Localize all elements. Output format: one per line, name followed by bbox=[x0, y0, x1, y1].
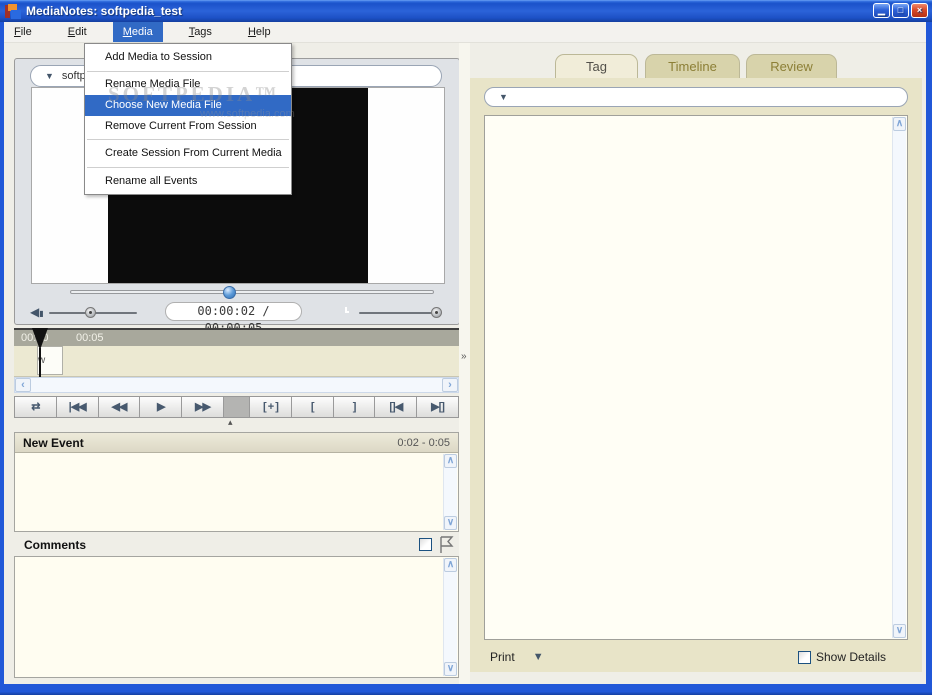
media-swap-button[interactable]: ⇄ bbox=[15, 397, 57, 417]
tab-review[interactable]: Review bbox=[746, 54, 837, 78]
mark-in-button[interactable]: [ bbox=[291, 397, 334, 417]
menu-item-rename-events[interactable]: Rename all Events bbox=[85, 170, 291, 192]
window-border-bottom bbox=[0, 684, 932, 695]
menu-edit[interactable]: Edit bbox=[58, 22, 97, 42]
play-button[interactable]: ▶ bbox=[140, 397, 183, 417]
new-event-scrollbar[interactable]: ∧ ∨ bbox=[443, 454, 457, 530]
playhead-line bbox=[39, 348, 41, 378]
tag-tab-panel: ▼ ∧ ∨ Print ▼ Show Details bbox=[470, 78, 922, 672]
collapse-handle-icon[interactable]: ▴ bbox=[228, 417, 233, 428]
flag-icon[interactable] bbox=[437, 535, 458, 554]
expand-panel-icon[interactable]: » bbox=[461, 351, 467, 362]
timeline-ruler[interactable]: 00:00 00:05 bbox=[14, 328, 459, 346]
volume-slider-thumb[interactable] bbox=[85, 307, 96, 318]
notes-scrollbar[interactable]: ∧ ∨ bbox=[892, 117, 906, 638]
comments-scrollbar[interactable]: ∧ ∨ bbox=[443, 558, 457, 676]
rate-slider-thumb[interactable] bbox=[431, 307, 442, 318]
menu-item-create-session[interactable]: Create Session From Current Media bbox=[85, 142, 291, 165]
app-icon bbox=[5, 3, 21, 19]
scroll-right-icon[interactable]: › bbox=[442, 378, 458, 392]
window-title: MediaNotes: softpedia_test bbox=[26, 4, 183, 18]
print-label[interactable]: Print bbox=[490, 650, 515, 664]
close-button[interactable]: × bbox=[911, 3, 928, 18]
menu-bar: File Edit Media Tags Help bbox=[4, 22, 926, 43]
goto-out-button[interactable]: ▶[] bbox=[417, 397, 458, 417]
tag-selector-dropdown[interactable]: ▼ bbox=[484, 87, 908, 107]
comments-section: ∧ ∨ bbox=[14, 556, 459, 678]
comments-title: Comments bbox=[24, 538, 87, 552]
transport-toolbar: ⇄ |◀◀ ◀◀ ▶ ▶▶ [ + ] [ ] []◀ ▶[] bbox=[14, 396, 459, 418]
maximize-button[interactable]: □ bbox=[892, 3, 909, 18]
print-control[interactable]: Print ▼ bbox=[490, 650, 544, 664]
menu-item-add-media[interactable]: Add Media to Session bbox=[85, 46, 291, 69]
playhead-marker[interactable] bbox=[32, 328, 48, 350]
menu-help[interactable]: Help bbox=[238, 22, 281, 42]
toolbar-spacer bbox=[223, 397, 251, 417]
seek-slider-track[interactable] bbox=[70, 290, 434, 294]
seek-slider-thumb[interactable] bbox=[223, 286, 236, 299]
panel-divider bbox=[459, 43, 470, 684]
timeline-scrollbar[interactable]: ‹ › bbox=[14, 377, 459, 393]
menu-separator bbox=[87, 71, 289, 72]
menu-file[interactable]: File bbox=[4, 22, 42, 42]
print-dropdown-icon[interactable]: ▼ bbox=[533, 651, 544, 663]
scroll-down-icon[interactable]: ∨ bbox=[893, 624, 906, 638]
ruler-tick-5: 00:05 bbox=[76, 332, 104, 344]
menu-separator bbox=[87, 139, 289, 140]
menu-item-rename-media[interactable]: Rename Media File bbox=[85, 74, 291, 95]
rate-slider-track[interactable] bbox=[359, 312, 439, 314]
notes-text-area[interactable]: ∧ ∨ bbox=[484, 115, 908, 640]
comments-text-area[interactable] bbox=[15, 557, 458, 677]
mark-out-button[interactable]: ] bbox=[333, 397, 376, 417]
menu-item-remove-current[interactable]: Remove Current From Session bbox=[85, 116, 291, 137]
add-event-button[interactable]: [ + ] bbox=[250, 397, 292, 417]
new-event-title: New Event bbox=[23, 435, 84, 450]
new-event-section: New Event 0:02 - 0:05 ∧ ∨ bbox=[14, 432, 459, 532]
media-menu-dropdown: Add Media to Session Rename Media File C… bbox=[84, 43, 292, 195]
new-event-header: New Event 0:02 - 0:05 bbox=[15, 433, 458, 453]
comments-checkbox[interactable] bbox=[419, 538, 432, 551]
notes-text[interactable] bbox=[485, 116, 907, 639]
time-display: 00:00:02 / 00:00:05 bbox=[165, 302, 302, 335]
window-border-right bbox=[926, 22, 932, 687]
chevron-down-icon: ▼ bbox=[499, 92, 508, 102]
skip-start-button[interactable]: |◀◀ bbox=[56, 397, 99, 417]
show-details-control[interactable]: Show Details bbox=[798, 650, 886, 664]
show-details-label: Show Details bbox=[816, 650, 887, 664]
scroll-up-icon[interactable]: ∧ bbox=[444, 558, 457, 572]
scroll-down-icon[interactable]: ∨ bbox=[444, 662, 457, 676]
title-bar[interactable]: MediaNotes: softpedia_test ▁ □ × bbox=[0, 0, 932, 22]
menu-tags[interactable]: Tags bbox=[179, 22, 222, 42]
new-event-text-area[interactable] bbox=[15, 453, 458, 531]
rewind-button[interactable]: ◀◀ bbox=[98, 397, 141, 417]
goto-in-button[interactable]: []◀ bbox=[375, 397, 418, 417]
new-event-time-range: 0:02 - 0:05 bbox=[397, 436, 450, 449]
minimize-button[interactable]: ▁ bbox=[873, 3, 890, 18]
tab-tag[interactable]: Tag bbox=[555, 54, 638, 78]
app-window: MediaNotes: softpedia_test ▁ □ × File Ed… bbox=[0, 0, 932, 695]
speaker-icon: ◀▮ bbox=[30, 305, 44, 319]
tab-strip: Tag Timeline Review bbox=[470, 54, 922, 78]
window-border-left bbox=[0, 22, 4, 687]
scroll-down-icon[interactable]: ∨ bbox=[444, 516, 457, 530]
timeline-track[interactable]: w Eve bbox=[14, 346, 459, 377]
menu-media[interactable]: Media bbox=[112, 22, 163, 42]
chevron-down-icon: ▼ bbox=[45, 71, 54, 81]
tab-timeline[interactable]: Timeline bbox=[645, 54, 740, 78]
menu-item-choose-new-media[interactable]: Choose New Media File bbox=[85, 95, 291, 116]
fast-forward-button[interactable]: ▶▶ bbox=[182, 397, 224, 417]
scroll-left-icon[interactable]: ‹ bbox=[15, 378, 31, 392]
scroll-up-icon[interactable]: ∧ bbox=[444, 454, 457, 468]
show-details-checkbox[interactable] bbox=[798, 650, 811, 664]
scroll-up-icon[interactable]: ∧ bbox=[893, 117, 906, 131]
menu-separator bbox=[87, 167, 289, 168]
